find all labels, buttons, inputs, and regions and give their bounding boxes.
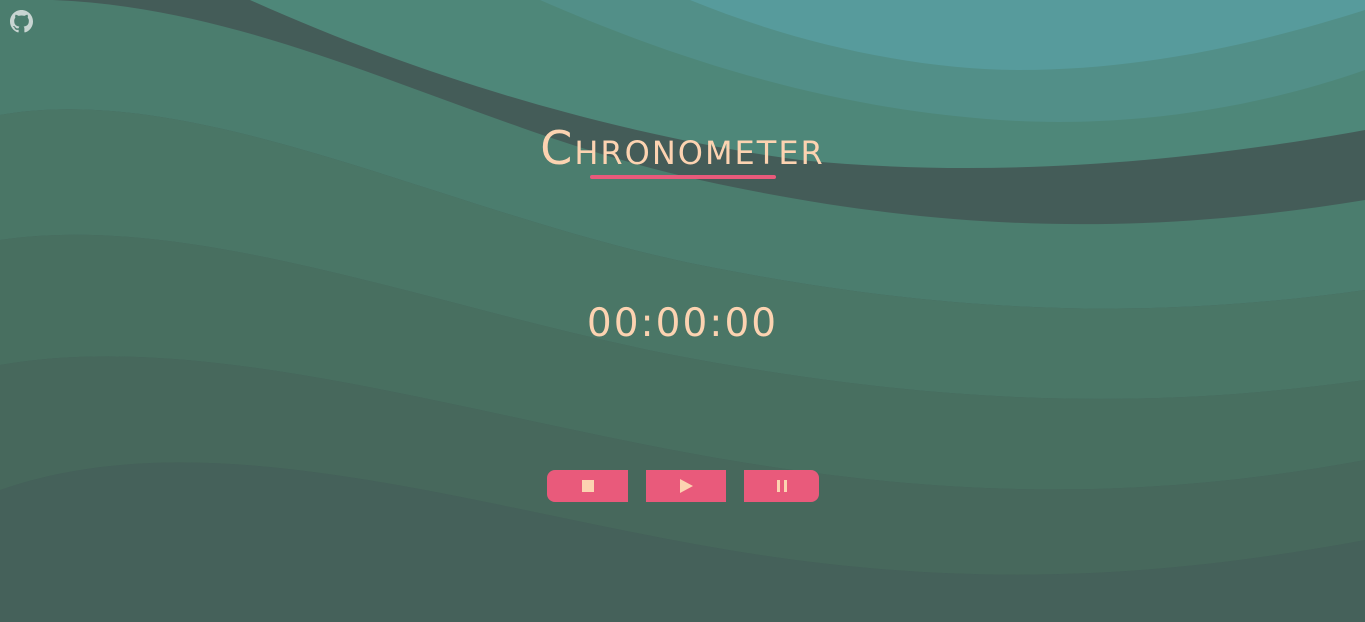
play-button[interactable] <box>646 470 726 502</box>
github-link[interactable] <box>10 10 33 33</box>
stop-button[interactable] <box>547 470 628 502</box>
stop-icon <box>581 480 594 492</box>
page-title: Chronometer <box>540 121 825 175</box>
github-icon <box>10 10 33 33</box>
title-underline <box>590 175 776 179</box>
pause-icon <box>776 480 787 492</box>
pause-button[interactable] <box>744 470 819 502</box>
play-icon <box>679 479 693 493</box>
timer-display: 00:00:00 <box>586 301 779 346</box>
